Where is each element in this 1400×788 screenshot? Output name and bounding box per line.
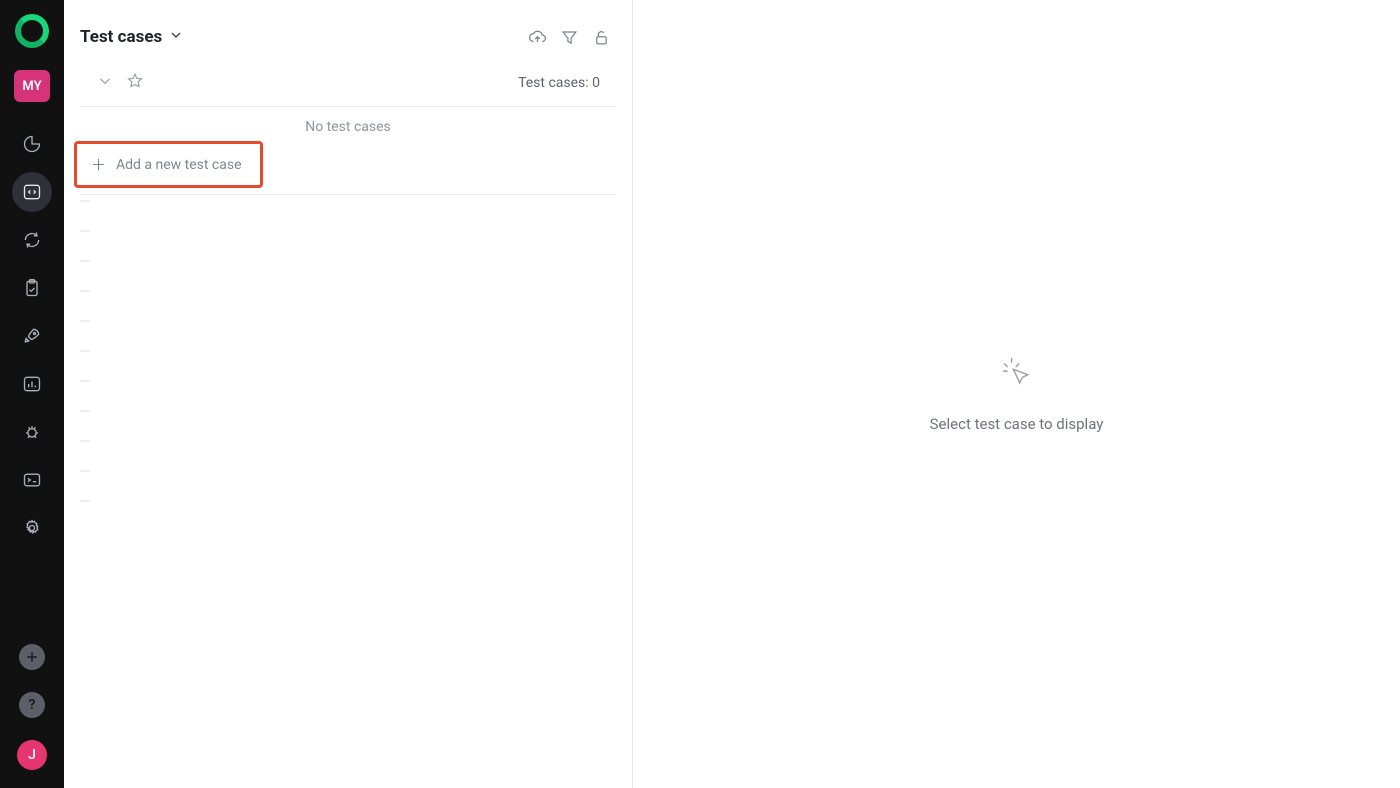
sidebar: MY ? J — [0, 0, 64, 788]
placeholder-ticks — [80, 200, 90, 502]
chevron-down-icon — [168, 27, 184, 43]
bar-chart-icon — [22, 374, 42, 394]
star-icon — [126, 72, 144, 90]
title-chevron[interactable] — [168, 27, 184, 47]
rocket-icon — [22, 326, 42, 346]
list-subheader: Test cases: 0 — [80, 66, 616, 107]
unlock-icon — [592, 28, 611, 47]
test-case-count: Test cases: 0 — [518, 75, 600, 91]
plus-icon: ＋ — [91, 154, 106, 175]
terminal-icon — [22, 470, 42, 490]
list-header: Test cases — [64, 0, 632, 66]
add-test-case-label: Add a new test case — [116, 157, 242, 173]
clipboard-icon — [22, 278, 42, 298]
refresh-icon — [22, 230, 42, 250]
nav-bugs[interactable] — [12, 412, 52, 452]
bug-icon — [22, 422, 42, 442]
detail-panel: Select test case to display — [633, 0, 1400, 788]
favorite-toggle[interactable] — [126, 72, 144, 94]
plus-icon — [25, 650, 39, 664]
collapse-toggle[interactable] — [96, 72, 114, 94]
lock-button[interactable] — [586, 22, 616, 52]
filter-button[interactable] — [554, 22, 584, 52]
cloud-upload-icon — [528, 28, 547, 47]
code-box-icon — [22, 182, 42, 202]
chevron-down-icon — [96, 72, 114, 90]
nav-terminal[interactable] — [12, 460, 52, 500]
pie-icon — [22, 134, 42, 154]
app-logo[interactable] — [15, 14, 49, 48]
filter-icon — [560, 28, 579, 47]
detail-placeholder-text: Select test case to display — [930, 415, 1104, 433]
page-title: Test cases — [80, 27, 162, 47]
add-test-case-button[interactable]: ＋ Add a new test case — [74, 141, 263, 188]
nav-test-cases[interactable] — [12, 172, 52, 212]
nav-reports[interactable] — [12, 364, 52, 404]
nav-cycles[interactable] — [12, 220, 52, 260]
add-global-button[interactable] — [19, 644, 45, 670]
project-badge[interactable]: MY — [14, 70, 50, 102]
user-avatar[interactable]: J — [17, 740, 47, 770]
cursor-illustration — [999, 355, 1035, 393]
nav-launch[interactable] — [12, 316, 52, 356]
cursor-click-icon — [999, 355, 1035, 389]
empty-state-text: No test cases — [64, 107, 632, 139]
nav-clipboard[interactable] — [12, 268, 52, 308]
test-case-list-panel: Test cases Test c — [64, 0, 633, 788]
export-button[interactable] — [522, 22, 552, 52]
help-button[interactable]: ? — [19, 692, 45, 718]
nav-settings[interactable] — [12, 508, 52, 548]
nav-dashboard[interactable] — [12, 124, 52, 164]
gear-icon — [22, 518, 42, 538]
